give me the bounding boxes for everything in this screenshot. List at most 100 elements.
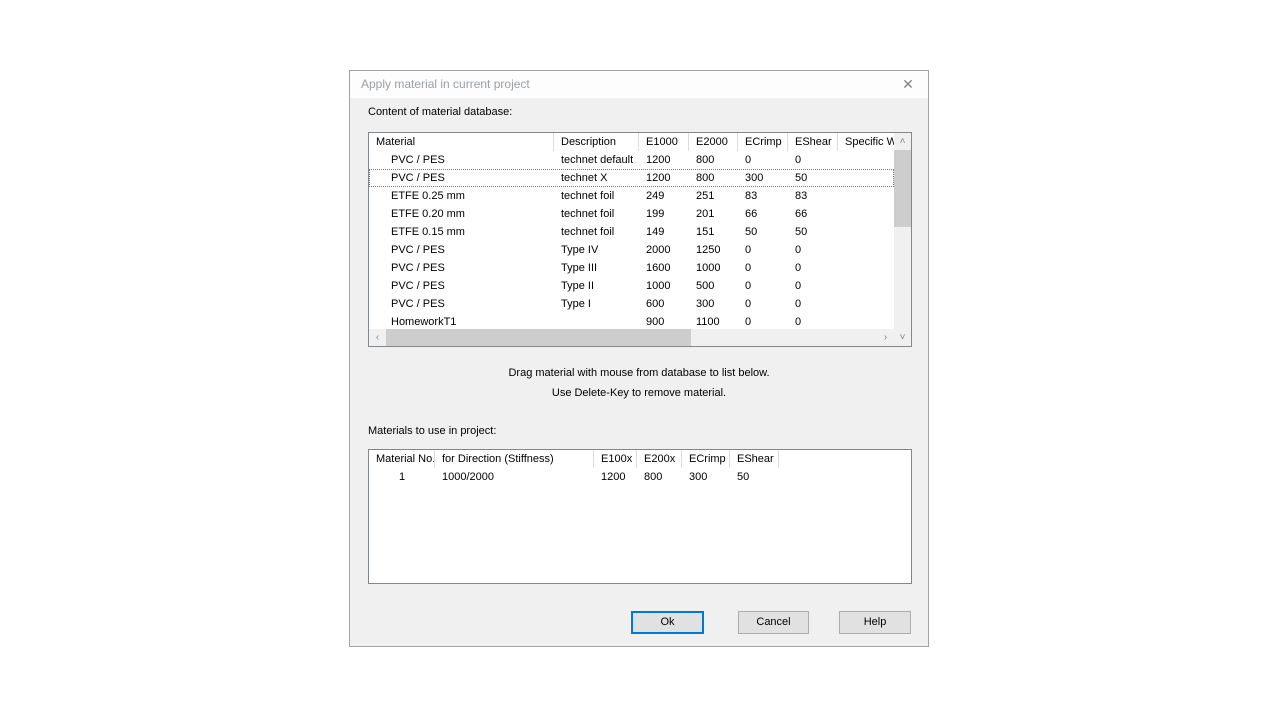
- table-cell: 50: [788, 223, 838, 241]
- table-cell: 251: [689, 187, 738, 205]
- header-row: Material No.for Direction (Stiffness)E10…: [369, 450, 911, 468]
- ok-button[interactable]: Ok: [631, 611, 704, 634]
- table-cell: 50: [730, 468, 779, 486]
- table-cell: 0: [738, 313, 788, 329]
- scroll-up-icon[interactable]: ˄: [894, 133, 911, 150]
- table-cell: technet foil: [554, 223, 639, 241]
- column-header[interactable]: ECrimp: [682, 450, 730, 468]
- table-cell: 800: [689, 151, 738, 169]
- table-row[interactable]: PVC / PESType I60030000: [369, 295, 894, 313]
- table-cell: 1600: [639, 259, 689, 277]
- table-cell: 0: [738, 241, 788, 259]
- table-cell: 66: [738, 205, 788, 223]
- table-row[interactable]: PVC / PESType III1600100000: [369, 259, 894, 277]
- table-cell: 1250: [689, 241, 738, 259]
- delete-hint-text: Use Delete-Key to remove material.: [350, 387, 928, 399]
- column-header[interactable]: E1000: [639, 133, 689, 151]
- table-cell: 900: [639, 313, 689, 329]
- table-cell: [838, 295, 894, 313]
- table-cell: 1000: [689, 259, 738, 277]
- table-cell: 1200: [594, 468, 637, 486]
- table-cell: 199: [639, 205, 689, 223]
- project-materials-list: Material No.for Direction (Stiffness)E10…: [368, 449, 912, 584]
- column-header[interactable]: Material No.: [369, 450, 435, 468]
- table-cell: 300: [738, 169, 788, 187]
- table-cell: [554, 313, 639, 329]
- table-cell: 0: [738, 295, 788, 313]
- table-cell: [838, 241, 894, 259]
- table-cell: ETFE 0.25 mm: [369, 187, 554, 205]
- project-label: Materials to use in project:: [368, 425, 496, 437]
- table-cell: technet default: [554, 151, 639, 169]
- project-materials-rows: Material No.for Direction (Stiffness)E10…: [369, 450, 911, 583]
- table-cell: 249: [639, 187, 689, 205]
- table-cell: PVC / PES: [369, 151, 554, 169]
- cancel-button[interactable]: Cancel: [738, 611, 809, 634]
- table-cell: technet foil: [554, 205, 639, 223]
- table-cell: [838, 223, 894, 241]
- column-header[interactable]: E200x: [637, 450, 682, 468]
- table-cell: 1200: [639, 151, 689, 169]
- table-cell: 0: [788, 313, 838, 329]
- column-header[interactable]: EShear: [730, 450, 779, 468]
- table-row[interactable]: 11000/2000120080030050: [369, 468, 911, 486]
- table-cell: 83: [788, 187, 838, 205]
- column-header[interactable]: ECrimp: [738, 133, 788, 151]
- column-header[interactable]: Specific Weig: [838, 133, 894, 151]
- close-icon[interactable]: ✕: [899, 76, 917, 93]
- column-header[interactable]: for Direction (Stiffness): [435, 450, 594, 468]
- header-row: MaterialDescriptionE1000E2000ECrimpEShea…: [369, 133, 894, 151]
- table-cell: technet X: [554, 169, 639, 187]
- scroll-left-icon[interactable]: ‹: [369, 329, 386, 346]
- table-cell: 1000: [639, 277, 689, 295]
- table-row[interactable]: ETFE 0.25 mmtechnet foil2492518383: [369, 187, 894, 205]
- table-row[interactable]: PVC / PEStechnet default120080000: [369, 151, 894, 169]
- dialog-title: Apply material in current project: [361, 77, 530, 91]
- table-cell: Type I: [554, 295, 639, 313]
- table-cell: [838, 259, 894, 277]
- table-row[interactable]: HomeworkT1900110000: [369, 313, 894, 329]
- table-cell: HomeworkT1: [369, 313, 554, 329]
- table-cell: ETFE 0.15 mm: [369, 223, 554, 241]
- table-cell: PVC / PES: [369, 277, 554, 295]
- table-cell: Type IV: [554, 241, 639, 259]
- table-row[interactable]: PVC / PEStechnet X120080030050: [369, 169, 894, 187]
- table-cell: 1100: [689, 313, 738, 329]
- help-button[interactable]: Help: [839, 611, 911, 634]
- horizontal-scrollbar[interactable]: ‹ ›: [369, 329, 894, 346]
- table-row[interactable]: ETFE 0.20 mmtechnet foil1992016666: [369, 205, 894, 223]
- scroll-down-icon[interactable]: ˅: [894, 329, 911, 346]
- column-header[interactable]: Material: [369, 133, 554, 151]
- scroll-right-icon[interactable]: ›: [877, 329, 894, 346]
- database-label: Content of material database:: [368, 106, 512, 118]
- vertical-scrollbar[interactable]: ˄ ˅: [894, 133, 911, 346]
- table-cell: 800: [689, 169, 738, 187]
- table-cell: 0: [788, 241, 838, 259]
- table-row[interactable]: ETFE 0.15 mmtechnet foil1491515050: [369, 223, 894, 241]
- table-cell: Type II: [554, 277, 639, 295]
- dialog-titlebar[interactable]: Apply material in current project ✕: [350, 71, 928, 98]
- column-header[interactable]: E100x: [594, 450, 637, 468]
- table-cell: [838, 169, 894, 187]
- column-header[interactable]: EShear: [788, 133, 838, 151]
- column-header[interactable]: E2000: [689, 133, 738, 151]
- table-cell: 83: [738, 187, 788, 205]
- material-database-rows: MaterialDescriptionE1000E2000ECrimpEShea…: [369, 133, 894, 329]
- table-cell: 0: [738, 259, 788, 277]
- table-cell: 50: [738, 223, 788, 241]
- table-row[interactable]: PVC / PESType II100050000: [369, 277, 894, 295]
- table-cell: 2000: [639, 241, 689, 259]
- table-cell: 1: [369, 468, 435, 486]
- table-cell: ETFE 0.20 mm: [369, 205, 554, 223]
- table-cell: 0: [738, 151, 788, 169]
- vertical-scroll-thumb[interactable]: [894, 150, 911, 227]
- table-cell: 151: [689, 223, 738, 241]
- table-cell: 0: [788, 259, 838, 277]
- horizontal-scroll-thumb[interactable]: [386, 329, 691, 346]
- table-cell: 0: [788, 277, 838, 295]
- table-row[interactable]: PVC / PESType IV2000125000: [369, 241, 894, 259]
- table-cell: [838, 151, 894, 169]
- column-header[interactable]: Description: [554, 133, 639, 151]
- table-cell: 800: [637, 468, 682, 486]
- apply-material-dialog: Apply material in current project ✕ Cont…: [349, 70, 929, 647]
